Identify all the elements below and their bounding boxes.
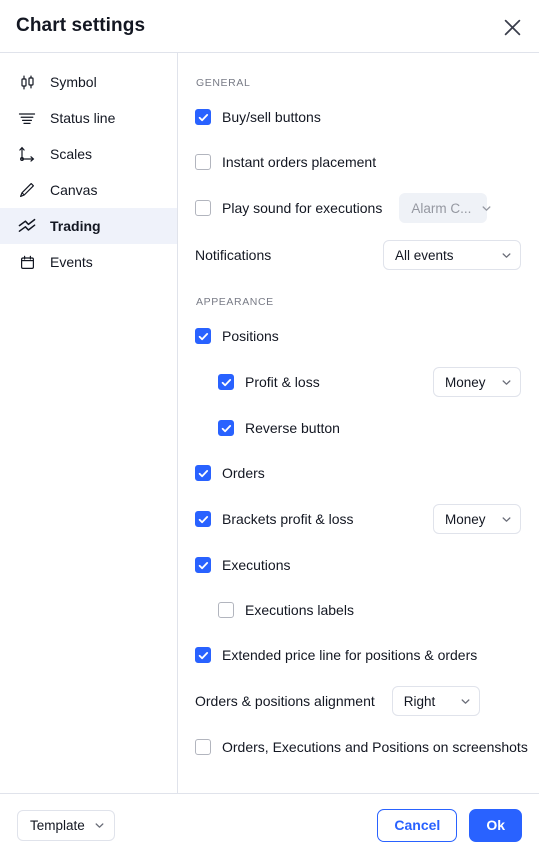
sidebar-item-label: Scales [50, 146, 93, 162]
checkbox-label[interactable]: Play sound for executions [222, 200, 382, 216]
setting-row-brackets-profit-and-loss: Brackets profit & loss Money [195, 504, 521, 534]
select-notifications[interactable]: All events [383, 240, 521, 270]
pencil-icon [17, 180, 37, 200]
section-heading-appearance: APPEARANCE [196, 296, 274, 308]
sidebar-item-label: Status line [50, 110, 116, 126]
checkbox-buy-sell-buttons[interactable] [195, 109, 211, 125]
sidebar-item-status-line[interactable]: Status line [0, 100, 177, 136]
sidebar-item-symbol[interactable]: Symbol [0, 64, 177, 100]
dialog-footer: Template Cancel Ok [0, 793, 539, 856]
checkbox-label[interactable]: Brackets profit & loss [222, 511, 354, 527]
status-line-icon [17, 108, 37, 128]
checkbox-label[interactable]: Reverse button [245, 420, 340, 436]
page-title: Chart settings [16, 15, 146, 36]
ok-button[interactable]: Ok [469, 808, 522, 842]
checkbox-label[interactable]: Positions [222, 328, 279, 344]
chevron-down-icon [94, 820, 105, 831]
checkbox-label[interactable]: Orders [222, 465, 265, 481]
calendar-icon [17, 252, 37, 272]
sidebar-item-label: Events [50, 254, 93, 270]
sidebar-item-scales[interactable]: Scales [0, 136, 177, 172]
checkbox-orders[interactable] [195, 465, 211, 481]
setting-row-reverse-button: Reverse button [195, 414, 521, 442]
dialog-header: Chart settings [0, 0, 539, 53]
chevron-down-icon [501, 514, 512, 525]
setting-row-executions-labels: Executions labels [195, 596, 521, 624]
setting-row-executions: Executions [195, 551, 521, 579]
checkbox-instant-orders-placement[interactable] [195, 154, 211, 170]
sidebar-item-label: Symbol [50, 74, 97, 90]
checkbox-label[interactable]: Profit & loss [245, 374, 320, 390]
section-heading-general: GENERAL [196, 77, 251, 89]
setting-row-orders-positions-alignment: Orders & positions alignment Right [195, 686, 521, 716]
setting-row-instant-orders-placement: Instant orders placement [195, 148, 521, 176]
select-brackets-profit-and-loss-units[interactable]: Money [433, 504, 521, 534]
checkbox-executions-labels[interactable] [218, 602, 234, 618]
setting-row-play-sound-for-executions: Play sound for executions Alarm C... [195, 193, 521, 223]
checkbox-play-sound-for-executions[interactable] [195, 200, 211, 216]
chevron-down-icon [481, 203, 492, 214]
select-value: Right [403, 693, 436, 709]
chevron-down-icon [460, 696, 471, 707]
sidebar-item-canvas[interactable]: Canvas [0, 172, 177, 208]
select-value: Alarm C... [411, 200, 472, 216]
checkbox-brackets-profit-and-loss[interactable] [195, 511, 211, 527]
cancel-button[interactable]: Cancel [377, 808, 458, 842]
chart-settings-dialog: Chart settings Symbol Status line Scales… [0, 0, 539, 856]
select-execution-sound: Alarm C... [399, 193, 491, 223]
settings-sidebar: Symbol Status line Scales Canvas Trading… [0, 53, 178, 793]
template-dropdown-button[interactable]: Template [17, 809, 115, 841]
sidebar-item-label: Canvas [50, 182, 98, 198]
setting-row-positions: Positions [195, 322, 521, 350]
select-value: All events [395, 247, 454, 263]
checkbox-profit-and-loss[interactable] [218, 374, 234, 390]
checkbox-label[interactable]: Buy/sell buttons [222, 109, 321, 125]
setting-label: Orders & positions alignment [195, 693, 375, 709]
checkbox-label[interactable]: Executions [222, 557, 290, 573]
chevron-down-icon [501, 250, 512, 261]
setting-label: Notifications [195, 247, 272, 263]
checkbox-label[interactable]: Instant orders placement [222, 154, 376, 170]
footer-actions: Cancel Ok [377, 808, 522, 842]
checkbox-extended-price-line[interactable] [195, 647, 211, 663]
select-profit-and-loss-units[interactable]: Money [433, 367, 521, 397]
template-button-label: Template [30, 817, 85, 833]
checkbox-reverse-button[interactable] [218, 420, 234, 436]
sidebar-item-label: Trading [50, 218, 101, 234]
checkbox-label[interactable]: Executions labels [245, 602, 354, 618]
checkbox-label[interactable]: Extended price line for positions & orde… [222, 647, 477, 663]
candlestick-icon [17, 72, 37, 92]
setting-row-screenshots: Orders, Executions and Positions on scre… [195, 733, 528, 761]
close-icon[interactable] [497, 12, 527, 42]
sidebar-item-events[interactable]: Events [0, 244, 177, 280]
select-orders-positions-alignment[interactable]: Right [391, 686, 480, 716]
trading-arrows-icon [17, 216, 37, 236]
checkbox-executions[interactable] [195, 557, 211, 573]
chevron-down-icon [501, 377, 512, 388]
select-value: Money [445, 511, 486, 527]
setting-row-orders: Orders [195, 459, 521, 487]
sidebar-item-trading[interactable]: Trading [0, 208, 177, 244]
trading-settings-panel: GENERAL Buy/sell buttons Instant orders … [178, 53, 539, 793]
checkbox-orders-executions-positions-on-screenshots[interactable] [195, 739, 211, 755]
select-value: Money [445, 374, 486, 390]
setting-row-extended-price-line: Extended price line for positions & orde… [195, 641, 521, 669]
checkbox-label[interactable]: Orders, Executions and Positions on scre… [222, 739, 528, 755]
checkbox-positions[interactable] [195, 328, 211, 344]
setting-row-profit-and-loss: Profit & loss Money [195, 367, 521, 397]
setting-row-buy-sell-buttons: Buy/sell buttons [195, 103, 521, 131]
setting-row-notifications: Notifications All events [195, 240, 521, 270]
scales-axis-icon [17, 144, 37, 164]
dialog-body: Symbol Status line Scales Canvas Trading… [0, 53, 539, 793]
